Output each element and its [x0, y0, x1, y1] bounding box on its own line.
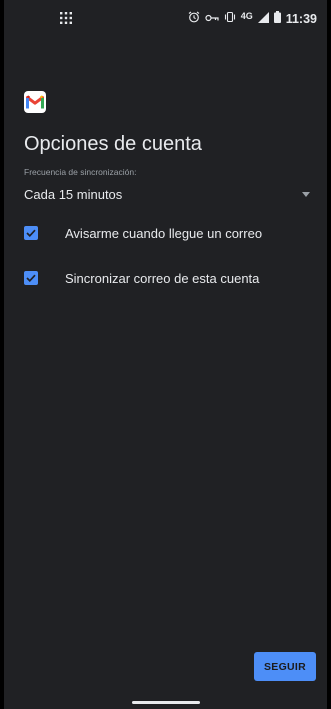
alarm-icon: [188, 11, 200, 26]
sync-frequency-value: Cada 15 minutos: [24, 186, 123, 202]
status-icons: 4G 11:39: [188, 11, 317, 26]
checkmark-icon: [26, 229, 36, 237]
home-gesture-handle[interactable]: [131, 701, 200, 704]
status-time: 11:39: [285, 11, 317, 26]
sync-label: Sincronizar correo de esta cuenta: [65, 270, 260, 286]
notify-checkbox[interactable]: [24, 226, 38, 240]
vibrate-icon: [224, 11, 236, 26]
screen-edge-right: [327, 0, 331, 709]
battery-icon: [273, 11, 281, 26]
next-button[interactable]: SEGUIR: [254, 652, 316, 681]
navigation-bar: [4, 691, 327, 709]
sync-account-option[interactable]: Sincronizar correo de esta cuenta: [20, 265, 310, 291]
app-grid-icon: [60, 12, 72, 27]
gmail-logo: [24, 91, 46, 113]
checkmark-icon: [26, 274, 36, 282]
notify-label: Avisarme cuando llegue un correo: [65, 225, 263, 241]
dropdown-caret-icon: [302, 191, 310, 197]
sync-frequency-dropdown[interactable]: Cada 15 minutos: [24, 182, 314, 206]
sync-frequency-label: Frecuencia de sincronización:: [24, 167, 137, 177]
network-type: 4G: [240, 10, 253, 21]
signal-icon: [257, 11, 269, 26]
sync-checkbox[interactable]: [24, 271, 38, 285]
screen-edge-left: [0, 0, 4, 709]
page-title: Opciones de cuenta: [24, 133, 202, 155]
status-bar: 4G 11:39: [4, 0, 327, 40]
key-icon: [205, 12, 219, 26]
notify-new-email-option[interactable]: Avisarme cuando llegue un correo: [20, 220, 310, 246]
phone-screen: 4G 11:39 Opciones de cuenta Frecuencia d…: [0, 0, 331, 709]
